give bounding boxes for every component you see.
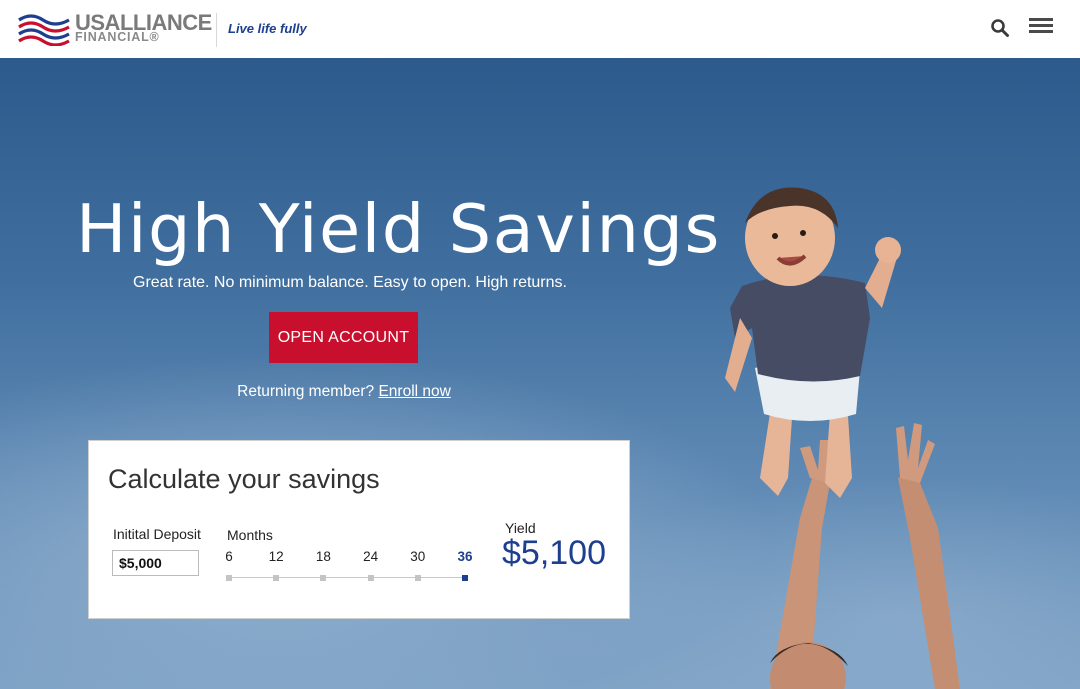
hero-title: High Yield Savings [76,190,721,268]
deposit-label: Initital Deposit [113,526,201,542]
month-option-36[interactable]: 36 [450,549,480,564]
month-slider-stop[interactable] [273,575,280,581]
site-header: USALLIANCE FINANCIAL® Live life fully [0,0,1080,58]
yield-value: $5,100 [502,534,606,572]
months-label: Months [227,527,273,543]
months-slider-track[interactable] [229,577,465,578]
open-account-button[interactable]: OPEN ACCOUNT [269,312,418,363]
hamburger-menu-icon[interactable] [1029,18,1053,36]
menu-bar [1029,30,1053,33]
returning-member-text: Returning member? Enroll now [0,383,688,401]
enroll-now-link[interactable]: Enroll now [378,383,450,400]
month-slider-stop[interactable] [462,575,468,581]
logo-brand-bottom: FINANCIAL® [75,30,160,44]
calculator-title: Calculate your savings [108,464,380,494]
flag-logo-icon [18,14,70,46]
month-option-24[interactable]: 24 [356,549,386,564]
tagline: Live life fully [228,21,307,36]
month-option-18[interactable]: 18 [308,549,338,564]
menu-bar [1029,18,1053,21]
header-divider [216,13,217,47]
month-option-12[interactable]: 12 [261,549,291,564]
month-option-6[interactable]: 6 [214,549,244,564]
hero-photo-baby-tossed [725,187,960,689]
returning-label: Returning member? [237,383,375,400]
month-option-30[interactable]: 30 [403,549,433,564]
month-slider-stop[interactable] [367,575,374,581]
month-slider-stop[interactable] [414,575,421,581]
usalliance-logo[interactable]: USALLIANCE FINANCIAL® [17,10,212,46]
search-icon[interactable] [990,18,1010,38]
month-slider-stop[interactable] [226,575,232,581]
hero-subtitle: Great rate. No minimum balance. Easy to … [133,274,567,291]
deposit-input[interactable] [112,550,199,576]
month-slider-stop[interactable] [320,575,327,581]
savings-calculator: Calculate your savings Initital Deposit … [88,440,630,619]
menu-bar [1029,24,1053,27]
hero-section: High Yield Savings Great rate. No minimu… [0,58,1080,689]
